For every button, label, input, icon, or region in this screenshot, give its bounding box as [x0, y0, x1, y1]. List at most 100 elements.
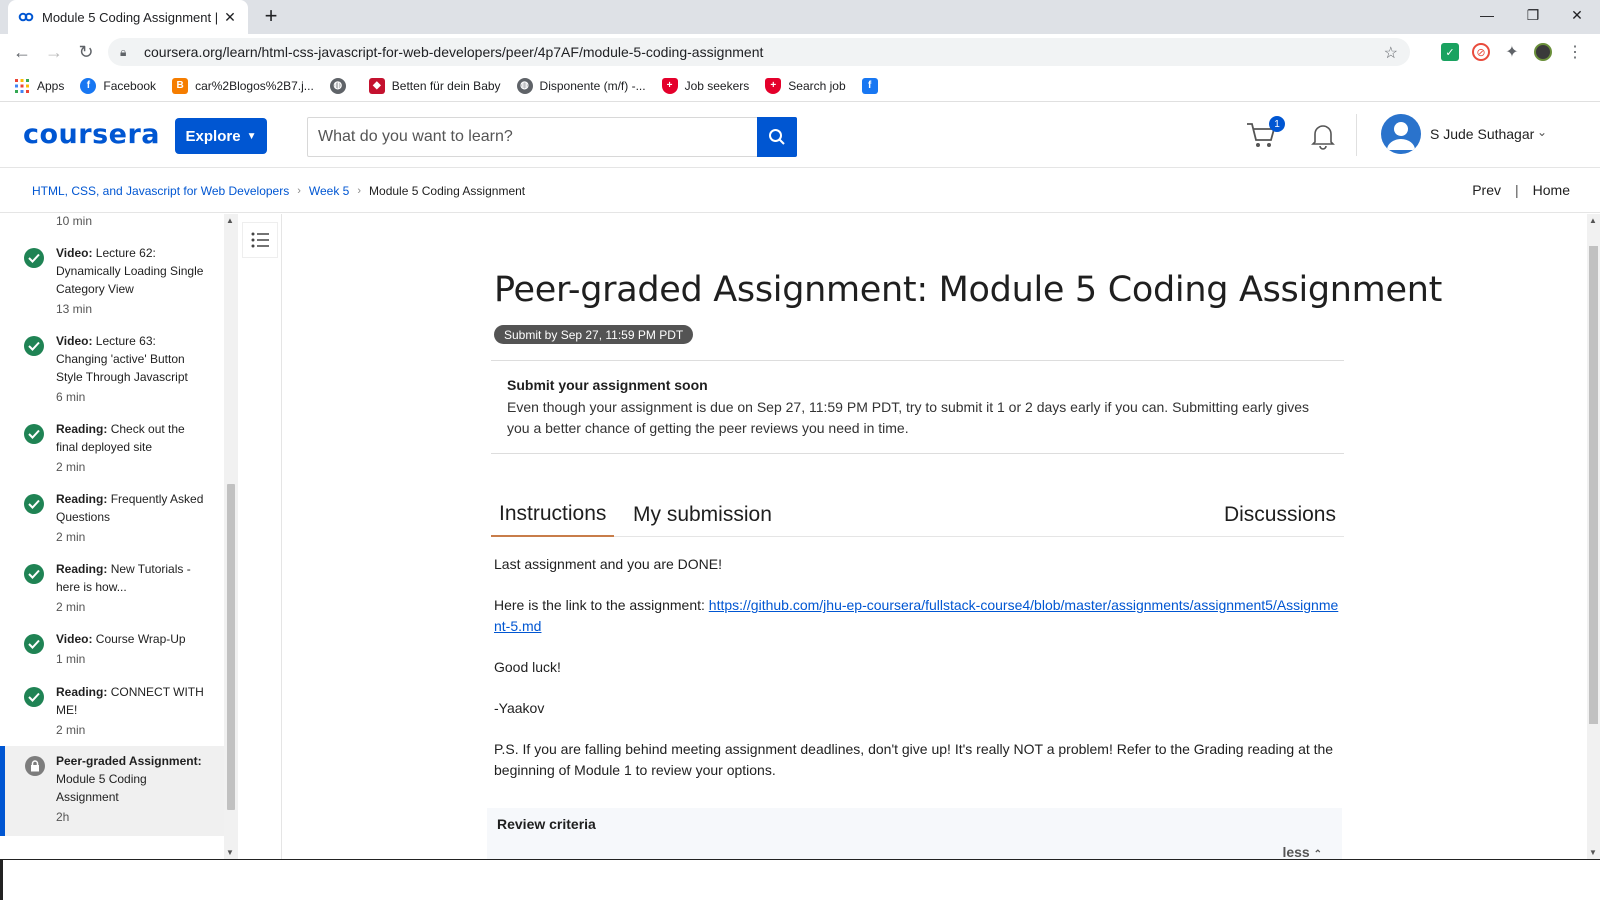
bookmark-facebook[interactable]: f Facebook [80, 77, 157, 94]
link-prefix: Here is the link to the assignment: [494, 597, 709, 613]
item-kind: Reading: [56, 562, 108, 576]
bookmark-facebook-2[interactable]: f [861, 77, 885, 94]
bookmark-label: Facebook [103, 78, 157, 93]
item-kind: Video: [56, 632, 93, 646]
scroll-up-icon[interactable]: ▲ [226, 216, 234, 225]
completed-check-icon [24, 424, 44, 444]
item-duration: 10 min [56, 214, 93, 228]
bookmark-betten[interactable]: ◆ Betten für dein Baby [368, 77, 501, 94]
tab-my-submission[interactable]: My submission [625, 492, 780, 537]
review-criteria-heading: Review criteria [497, 816, 596, 832]
tab-close-icon[interactable]: ✕ [222, 9, 238, 26]
bookmark-blogger[interactable]: B car%2Blogos%2B7.j... [172, 77, 314, 94]
chevron-down-icon: ▼ [246, 130, 257, 142]
forward-button[interactable]: → [40, 38, 68, 66]
item-duration: 2 min [56, 600, 86, 614]
viewport-bottom-edge [0, 859, 1600, 860]
search-input[interactable] [308, 118, 757, 156]
item-kind: Video: [56, 246, 93, 260]
review-criteria-section: Review criteria less ⌃ [487, 808, 1342, 859]
breadcrumb-course[interactable]: HTML, CSS, and Javascript for Web Develo… [32, 184, 289, 198]
notifications-button[interactable] [1310, 122, 1336, 150]
restore-button[interactable]: ❐ [1510, 0, 1556, 30]
breadcrumb-week[interactable]: Week 5 [309, 184, 349, 198]
item-duration: 2 min [56, 723, 86, 737]
home-link[interactable]: Home [1533, 182, 1570, 198]
bookmark-label: Apps [37, 78, 65, 93]
sidebar-scrollbar[interactable]: ▲ ▼ [224, 214, 238, 859]
item-duration: 2 min [56, 460, 86, 474]
completed-check-icon [24, 494, 44, 514]
chevron-right-icon: › [357, 184, 362, 197]
search-box [307, 117, 797, 157]
item-duration: 2 min [56, 530, 86, 544]
chevron-right-icon: › [297, 184, 301, 197]
instruction-paragraph: Last assignment and you are DONE! [494, 556, 723, 572]
bookmark-star-icon[interactable]: ☆ [1384, 43, 1398, 63]
extensions-puzzle-icon[interactable]: ✦ [1503, 43, 1521, 61]
facebook-icon: f [861, 77, 878, 94]
item-duration: 1 min [56, 652, 86, 666]
item-title: Module 5 Coding Assignment [56, 772, 147, 804]
coursera-logo[interactable]: coursera [23, 119, 160, 150]
browser-toolbar: ← → ↻ 🔒︎ coursera.org/learn/html-css-jav… [0, 34, 1600, 70]
avatar[interactable] [1381, 114, 1421, 154]
user-name[interactable]: S Jude Suthagar [1430, 126, 1534, 142]
user-menu-chevron-icon[interactable]: ⌄ [1537, 125, 1547, 139]
minimize-button[interactable]: — [1464, 0, 1510, 30]
blocker-extension-icon[interactable]: ⊘ [1472, 43, 1490, 61]
bookmark-apps[interactable]: Apps [14, 78, 64, 94]
globe-icon: ◍ [329, 77, 346, 94]
scroll-down-icon[interactable]: ▼ [226, 848, 234, 857]
header-divider [1356, 114, 1357, 156]
page-title: Peer-graded Assignment: Module 5 Coding … [494, 270, 1443, 310]
search-button[interactable] [757, 117, 797, 157]
scroll-up-icon[interactable]: ▲ [1589, 216, 1597, 225]
main-scrollbar[interactable]: ▲ ▼ [1587, 214, 1600, 859]
item-kind: Peer-graded Assignment: [56, 754, 202, 768]
address-bar[interactable]: 🔒︎ coursera.org/learn/html-css-javascrip… [108, 38, 1410, 66]
menu-kebab-icon[interactable]: ⋮ [1566, 43, 1584, 61]
completed-check-icon [24, 564, 44, 584]
browser-tab[interactable]: Module 5 Coding Assignment | C ✕ [8, 0, 248, 34]
new-tab-button[interactable]: + [258, 4, 284, 30]
bookmark-disponente[interactable]: ◍ Disponente (m/f) -... [516, 77, 646, 94]
collapse-button[interactable]: less ⌃ [1282, 844, 1322, 859]
instruction-paragraph: -Yaakov [494, 700, 545, 716]
completed-check-icon [24, 336, 44, 356]
bookmark-search-job[interactable]: + Search job [765, 77, 846, 94]
shop-icon: ◆ [368, 77, 385, 94]
bookmark-label: Betten für dein Baby [391, 78, 501, 93]
user-silhouette-icon [1387, 122, 1415, 150]
profile-avatar-icon[interactable] [1534, 43, 1552, 61]
reload-button[interactable]: ↻ [72, 38, 100, 66]
item-title: Course Wrap-Up [95, 632, 186, 646]
bookmark-globe[interactable]: ◍ [329, 77, 353, 94]
lock-icon: 🔒︎ [120, 44, 127, 59]
swiss-shield-icon: + [661, 77, 678, 94]
outline-toggle-button[interactable] [242, 222, 278, 258]
close-window-button[interactable]: ✕ [1554, 0, 1600, 30]
sidebar-item-peer-assignment[interactable]: Peer-graded Assignment: Module 5 Coding … [0, 746, 224, 836]
tab-discussions[interactable]: Discussions [1216, 492, 1344, 537]
bookmark-label: Disponente (m/f) -... [539, 78, 646, 93]
swiss-shield-icon: + [765, 77, 782, 94]
explore-label: Explore [185, 127, 241, 145]
chevron-up-icon: ⌃ [1313, 849, 1322, 859]
scrollbar-thumb[interactable] [1589, 246, 1598, 724]
scroll-down-icon[interactable]: ▼ [1589, 848, 1597, 857]
prev-link[interactable]: Prev [1472, 182, 1501, 198]
coursera-favicon-icon [18, 9, 34, 25]
outline-toggle-panel [238, 214, 282, 859]
shield-extension-icon[interactable]: ✓ [1441, 43, 1459, 61]
notice-heading: Submit your assignment soon [507, 377, 708, 393]
cart-button[interactable]: 1 [1245, 116, 1285, 150]
nav-separator: | [1515, 182, 1519, 198]
prev-home-nav: Prev | Home [1472, 182, 1570, 198]
bookmark-job-seekers[interactable]: + Job seekers [661, 77, 749, 94]
back-button[interactable]: ← [8, 38, 36, 66]
tab-instructions[interactable]: Instructions [491, 492, 615, 537]
explore-button[interactable]: Explore ▼ [175, 118, 267, 154]
scrollbar-thumb[interactable] [227, 484, 235, 810]
facebook-icon: f [80, 77, 97, 94]
